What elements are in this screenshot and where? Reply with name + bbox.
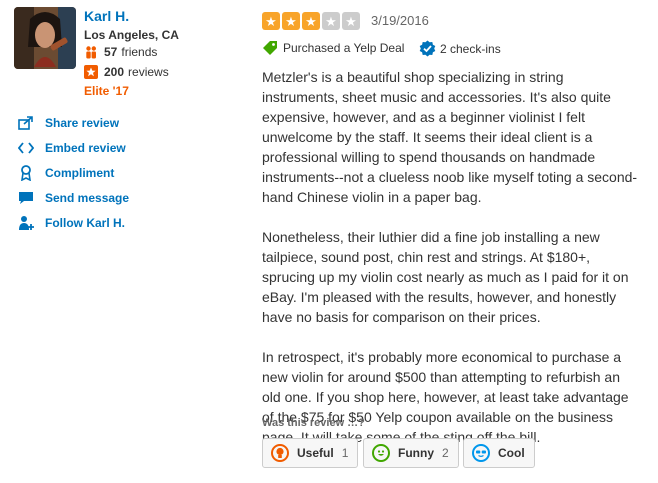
follow-user-label: Follow Karl H. xyxy=(45,215,126,230)
send-message-link[interactable]: Send message xyxy=(17,185,217,210)
friends-label: friends xyxy=(121,45,158,59)
checkins-badge: 2 check-ins xyxy=(419,40,501,57)
review-actions: Share review Embed review Compliment Sen… xyxy=(17,110,217,235)
star-filled-icon: ★ xyxy=(262,12,280,30)
star-filled-icon: ★ xyxy=(282,12,300,30)
award-icon xyxy=(17,164,35,181)
reviews-stat: 200 reviews xyxy=(84,65,169,79)
user-name[interactable]: Karl H. xyxy=(84,8,129,24)
message-icon xyxy=(17,191,35,205)
review-paragraph: In retrospect, it's probably more econom… xyxy=(262,349,629,445)
compliment-label: Compliment xyxy=(45,165,115,180)
follow-user-link[interactable]: Follow Karl H. xyxy=(17,210,217,235)
was-this-review-prompt: Was this review …? xyxy=(262,417,365,429)
review-paragraph: Metzler's is a beautiful shop specializi… xyxy=(262,69,638,205)
share-review-label: Share review xyxy=(45,115,120,130)
share-icon xyxy=(17,115,35,130)
checkins-label: 2 check-ins xyxy=(440,41,501,56)
lightbulb-icon xyxy=(271,444,289,462)
checkin-icon xyxy=(419,40,436,57)
embed-review-link[interactable]: Embed review xyxy=(17,135,217,160)
avatar[interactable] xyxy=(14,7,76,69)
star-rating: ★ ★ ★ ★ ★ xyxy=(262,12,362,30)
useful-label: Useful xyxy=(297,446,334,460)
funny-button[interactable]: Funny 2 xyxy=(363,438,459,468)
friends-stat: 57 friends xyxy=(84,45,157,59)
deal-tag-icon xyxy=(262,40,278,56)
useful-count: 1 xyxy=(341,446,349,460)
funny-count: 2 xyxy=(442,446,449,460)
embed-review-label: Embed review xyxy=(45,140,126,155)
star-empty-icon: ★ xyxy=(342,12,360,30)
star-icon xyxy=(84,65,98,79)
compliment-link[interactable]: Compliment xyxy=(17,160,217,185)
reviews-label: reviews xyxy=(128,65,169,79)
funny-label: Funny xyxy=(398,446,434,460)
send-message-label: Send message xyxy=(45,190,130,205)
friends-count: 57 xyxy=(104,45,118,59)
embed-icon xyxy=(17,141,35,154)
elite-badge[interactable]: Elite '17 xyxy=(84,84,129,98)
star-filled-icon: ★ xyxy=(302,12,320,30)
cool-label: Cool xyxy=(498,446,525,460)
follow-icon xyxy=(17,215,35,231)
useful-button[interactable]: Useful 1 xyxy=(262,438,359,468)
star-empty-icon: ★ xyxy=(322,12,340,30)
review-paragraph: Nonetheless, their luthier did a fine jo… xyxy=(262,229,629,325)
review-text: Metzler's is a beautiful shop specializi… xyxy=(262,67,642,467)
share-review-link[interactable]: Share review xyxy=(17,110,217,135)
user-location: Los Angeles, CA xyxy=(84,28,179,42)
yelp-deal-badge: Purchased a Yelp Deal xyxy=(262,40,404,56)
cool-button[interactable]: Cool xyxy=(463,438,535,468)
reviews-count: 200 xyxy=(104,65,125,79)
smiley-icon xyxy=(372,444,390,462)
sunglasses-icon xyxy=(472,444,490,462)
friends-icon xyxy=(84,45,98,59)
deal-label: Purchased a Yelp Deal xyxy=(283,41,405,55)
review-date: 3/19/2016 xyxy=(371,13,429,28)
